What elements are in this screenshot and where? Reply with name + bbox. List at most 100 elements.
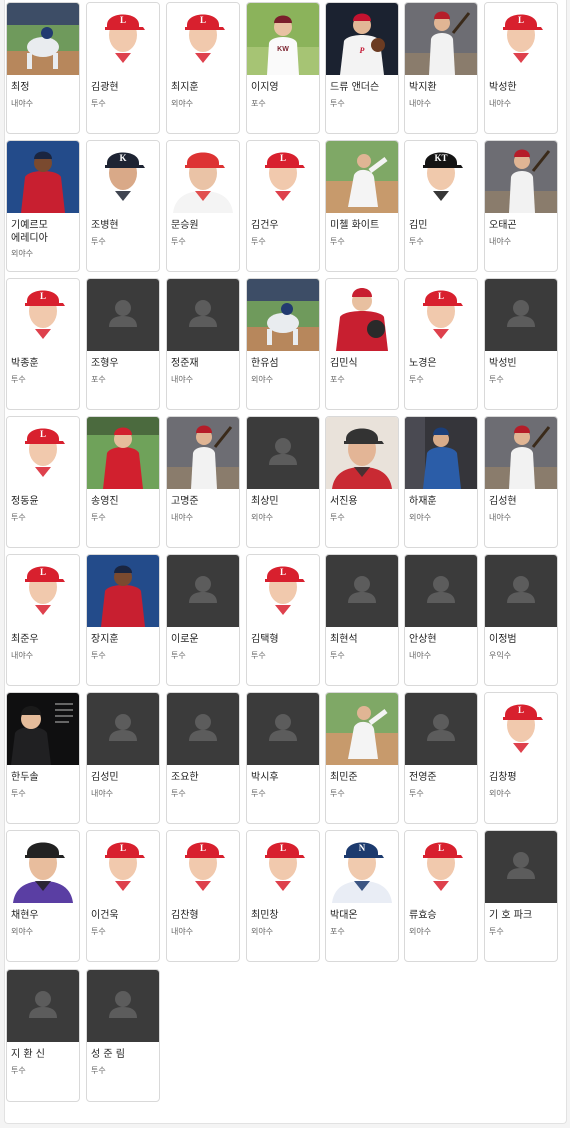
svg-text:L: L: [120, 843, 126, 853]
player-card[interactable]: 고명준 내야수: [166, 416, 240, 548]
player-card[interactable]: L 최준우 내야수: [6, 554, 80, 686]
player-card[interactable]: 김성민 내야수: [86, 692, 160, 824]
player-card[interactable]: L 최민창 외야수: [246, 830, 320, 962]
svg-text:L: L: [518, 705, 524, 715]
player-photo: [405, 417, 477, 489]
player-card[interactable]: L 류효승 외야수: [404, 830, 478, 962]
player-position: 투수: [330, 789, 345, 798]
player-card[interactable]: L 김건우 투수: [246, 140, 320, 272]
player-photo: [405, 3, 477, 75]
player-card[interactable]: 송영진 투수: [86, 416, 160, 548]
player-card[interactable]: L 김택형 투수: [246, 554, 320, 686]
player-card[interactable]: 최현석 투수: [325, 554, 399, 686]
player-position: 투수: [91, 927, 106, 936]
player-position: 투수: [251, 651, 266, 660]
player-card[interactable]: L 정동윤 투수: [6, 416, 80, 548]
player-card[interactable]: 김민식 포수: [325, 278, 399, 410]
player-position: 외야수: [251, 927, 274, 936]
default-avatar-icon: [167, 693, 239, 765]
player-position: 투수: [409, 375, 424, 384]
player-card[interactable]: 한두솔투수: [6, 692, 80, 824]
player-card[interactable]: 성 준 림 투수: [86, 969, 160, 1102]
player-name: 이정범: [489, 634, 517, 645]
player-card[interactable]: L 김찬형 내야수: [166, 830, 240, 962]
default-avatar-icon: [247, 417, 319, 489]
player-photo: [485, 417, 557, 489]
player-card[interactable]: L 노경은 투수: [404, 278, 478, 410]
player-card[interactable]: 기 호 파크 투수: [484, 830, 558, 962]
player-name: 박시후: [251, 772, 279, 783]
svg-text:L: L: [280, 153, 286, 163]
player-name: 전영준: [409, 772, 437, 783]
player-card[interactable]: 이정범 우익수: [484, 554, 558, 686]
player-position: 내야수: [171, 927, 194, 936]
player-card[interactable]: L 박성한 내야수: [484, 2, 558, 134]
player-name: 최민준: [330, 772, 358, 783]
player-name: 김찬형: [171, 910, 199, 921]
player-name: 김민: [409, 220, 428, 231]
svg-text:K: K: [119, 153, 126, 163]
player-position: 투수: [330, 513, 345, 522]
svg-text:KW: KW: [277, 46, 289, 53]
player-card[interactable]: 지 환 신 투수: [6, 969, 80, 1102]
player-card[interactable]: 최정 내야수: [6, 2, 80, 134]
player-name: 채현우: [11, 910, 39, 921]
player-card[interactable]: 조요한 투수: [166, 692, 240, 824]
default-avatar-icon: [247, 693, 319, 765]
player-card[interactable]: 기예르모 에레디아 외야수: [6, 140, 80, 272]
player-position: 투수: [11, 513, 26, 522]
player-position: 투수: [251, 237, 266, 246]
player-photo: L: [485, 693, 557, 765]
player-name: 박성한: [489, 82, 517, 93]
player-card[interactable]: 박지환 내야수: [404, 2, 478, 134]
svg-text:L: L: [518, 15, 524, 25]
player-card[interactable]: 안상현 내야수: [404, 554, 478, 686]
player-name: 조요한: [171, 772, 199, 783]
player-card[interactable]: 미첼 화이트 투수: [325, 140, 399, 272]
player-card[interactable]: L 김창평 외야수: [484, 692, 558, 824]
player-position: 내야수: [11, 99, 34, 108]
player-card[interactable]: 오태곤 내야수: [484, 140, 558, 272]
player-card[interactable]: 최민준투수: [325, 692, 399, 824]
player-position: 투수: [489, 375, 504, 384]
player-card[interactable]: N 박대온 포수: [325, 830, 399, 962]
player-position: 투수: [11, 1066, 26, 1075]
player-card[interactable]: 이로운 투수: [166, 554, 240, 686]
player-card[interactable]: KW 이지영 포수: [246, 2, 320, 134]
player-card[interactable]: L 최지훈 외야수: [166, 2, 240, 134]
player-name: 이로운: [171, 634, 199, 645]
player-card[interactable]: 문승원 투수: [166, 140, 240, 272]
default-avatar-icon: [167, 279, 239, 351]
player-card[interactable]: 박성빈 투수: [484, 278, 558, 410]
player-card[interactable]: 정준재 내야수: [166, 278, 240, 410]
player-position: 외야수: [11, 249, 34, 258]
player-card[interactable]: L 김광현 투수: [86, 2, 160, 134]
player-photo: [87, 555, 159, 627]
default-avatar-icon: [405, 693, 477, 765]
player-name: 노경은: [409, 358, 437, 369]
player-card[interactable]: 김성현 내야수: [484, 416, 558, 548]
player-card[interactable]: P 드류 앤더슨 투수: [325, 2, 399, 134]
player-card[interactable]: 전영준 투수: [404, 692, 478, 824]
player-card[interactable]: L 이건욱 투수: [86, 830, 160, 962]
player-position: 내야수: [91, 789, 114, 798]
player-card[interactable]: 서진용 투수: [325, 416, 399, 548]
player-name: 한두솔: [11, 772, 39, 783]
default-avatar-icon: [7, 970, 79, 1042]
player-card[interactable]: 박시후 투수: [246, 692, 320, 824]
player-card[interactable]: 조형우 포수: [86, 278, 160, 410]
default-avatar-icon: [87, 693, 159, 765]
player-position: 내야수: [489, 513, 512, 522]
player-photo: [326, 417, 398, 489]
player-card[interactable]: 한유섬 외야수: [246, 278, 320, 410]
player-card[interactable]: 하재훈 외야수: [404, 416, 478, 548]
player-card[interactable]: 채현우 외야수: [6, 830, 80, 962]
player-card[interactable]: 장지훈 투수: [86, 554, 160, 686]
player-photo: [7, 3, 79, 75]
player-card[interactable]: KT 김민 투수: [404, 140, 478, 272]
player-card[interactable]: 최상민 외야수: [246, 416, 320, 548]
player-card[interactable]: L 박종훈 투수: [6, 278, 80, 410]
player-position: 외야수: [251, 375, 274, 384]
player-position: 투수: [11, 789, 26, 798]
player-card[interactable]: K 조병현 투수: [86, 140, 160, 272]
